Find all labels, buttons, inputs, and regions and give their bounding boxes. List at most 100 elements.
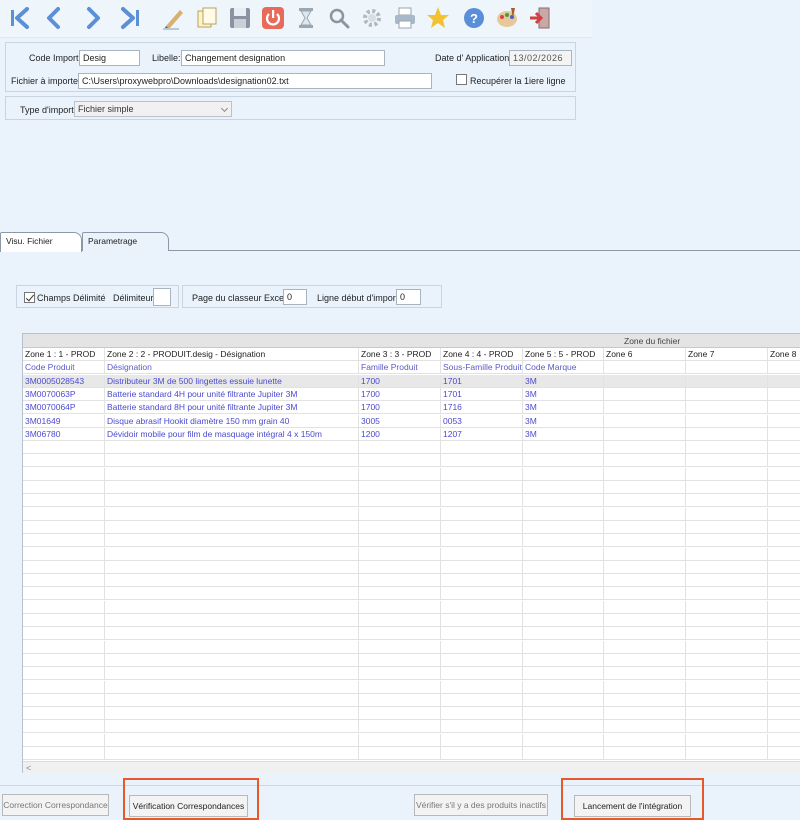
table-row[interactable]: 3M0070063P Batterie standard 4H pour unit…	[23, 387, 800, 401]
table-row[interactable]: 3M01649 Disque abrasif Hookit diamètre 15…	[23, 414, 800, 428]
verification-highlight	[123, 778, 259, 820]
grid-cell	[768, 548, 800, 561]
grid-cell	[23, 627, 105, 641]
hourglass-icon[interactable]	[292, 4, 320, 32]
grid-cell	[523, 614, 604, 627]
table-row[interactable]: 3M06780 Dévidoir mobile pour film de masq…	[23, 427, 800, 441]
grid-cell	[686, 587, 768, 601]
code-import-field[interactable]: Desig	[79, 50, 140, 66]
verifier-inactifs-button[interactable]: Vérifier s'il y a des produits inactifs	[414, 794, 548, 816]
grid-cell	[604, 414, 686, 428]
grid-cell: 3M06780	[23, 427, 105, 441]
grid-cell: Code Marque	[523, 361, 604, 375]
edit-icon[interactable]	[160, 4, 188, 32]
empty-row	[23, 667, 800, 681]
page-classeur-field[interactable]: 0	[283, 289, 307, 305]
page-classeur-label: Page du classeur Excel:	[192, 293, 289, 303]
prev-icon[interactable]	[40, 4, 68, 32]
grid-cell	[105, 720, 359, 734]
grid-cell	[604, 587, 686, 601]
ligne-debut-field[interactable]: 0	[396, 289, 421, 305]
grid-cell	[441, 640, 523, 654]
print-icon[interactable]	[391, 4, 419, 32]
grid-cell: 1700	[359, 374, 441, 388]
grid-cell	[105, 614, 359, 627]
grid-cell	[768, 654, 800, 667]
empty-row	[23, 481, 800, 494]
type-import-label: Type d'import:	[20, 105, 77, 115]
grid-cell	[768, 747, 800, 760]
libelle-label: Libelle:	[152, 53, 181, 63]
grid-cell	[686, 467, 768, 481]
tab-visu-fichier[interactable]: Visu. Fichier	[0, 232, 82, 252]
grid-cell	[523, 467, 604, 481]
grid-cell	[105, 733, 359, 747]
grid-cell	[768, 720, 800, 733]
empty-row	[23, 494, 800, 508]
grid-cell	[23, 587, 105, 601]
grid-cell	[523, 494, 604, 508]
grid-cell	[768, 454, 800, 467]
grid-cell	[686, 653, 768, 667]
grid-cell	[441, 747, 523, 760]
date-application-field[interactable]: 13/02/2026	[509, 50, 572, 66]
grid-cell	[604, 574, 686, 588]
save-icon[interactable]	[226, 4, 254, 32]
grid-cell	[604, 481, 686, 494]
grid-cell: Disque abrasif Hookit diamètre 150 mm gr…	[105, 414, 359, 428]
scroll-left-icon[interactable]: <	[26, 762, 31, 773]
grid-cell	[23, 720, 105, 734]
grid-cell	[604, 667, 686, 681]
file-preview-grid[interactable]: Zone du fichier Zone 1 : 1 - PROD Zone 2 …	[22, 333, 800, 773]
fichier-field[interactable]: C:\Users\proxywebpro\Downloads\designati…	[78, 73, 432, 89]
grid-cell	[604, 427, 686, 441]
tab-parametrage[interactable]: Parametrage	[82, 232, 169, 251]
grid-cell	[359, 507, 441, 521]
delimiteur-field[interactable]	[153, 288, 171, 306]
grid-cell	[523, 574, 604, 588]
empty-row	[23, 547, 800, 561]
recuperer-label: Recupérer la 1iere ligne	[470, 76, 566, 86]
settings-icon[interactable]	[358, 4, 386, 32]
libelle-field[interactable]: Changement designation	[181, 50, 385, 66]
help-icon[interactable]: ?	[460, 4, 488, 32]
grid-cell	[604, 693, 686, 707]
empty-row	[23, 720, 800, 734]
next-icon[interactable]	[79, 4, 107, 32]
grid-cell	[105, 467, 359, 481]
grid-cell	[604, 401, 686, 415]
star-icon[interactable]	[424, 4, 452, 32]
last-icon[interactable]	[116, 4, 144, 32]
grid-cell	[105, 693, 359, 707]
type-import-select[interactable]: Fichier simple	[74, 101, 232, 117]
grid-cell	[23, 680, 105, 694]
grid-cell: 3M	[523, 401, 604, 415]
grid-cell	[686, 747, 768, 760]
code-import-label: Code Import:	[29, 53, 82, 63]
grid-cell	[686, 733, 768, 747]
grid-cell	[359, 481, 441, 494]
empty-row	[23, 747, 800, 760]
power-icon[interactable]	[259, 4, 287, 32]
search-icon[interactable]	[325, 4, 353, 32]
empty-row	[23, 534, 800, 548]
correction-correspondance-button[interactable]: Correction Correspondance	[2, 794, 109, 816]
champs-delimite-checkbox[interactable]	[24, 292, 35, 303]
grid-cell	[523, 693, 604, 707]
grid-cell	[686, 374, 768, 388]
grid-cell	[105, 747, 359, 760]
palette-icon[interactable]	[493, 4, 521, 32]
grid-cell	[105, 441, 359, 455]
grid-cell	[105, 560, 359, 574]
empty-row	[23, 707, 800, 721]
exit-icon[interactable]	[526, 4, 554, 32]
recuperer-checkbox[interactable]	[456, 74, 467, 85]
horizontal-scrollbar[interactable]: <	[23, 761, 800, 773]
first-icon[interactable]	[6, 4, 34, 32]
table-row[interactable]: 3M0005028543 Distributeur 3M de 500 linge…	[23, 374, 800, 388]
table-row[interactable]: 3M0070064P Batterie standard 8H pour unit…	[23, 401, 800, 415]
grid-cell	[105, 481, 359, 494]
grid-cell	[523, 680, 604, 694]
grid-cell	[604, 720, 686, 734]
copy-icon[interactable]	[193, 4, 221, 32]
